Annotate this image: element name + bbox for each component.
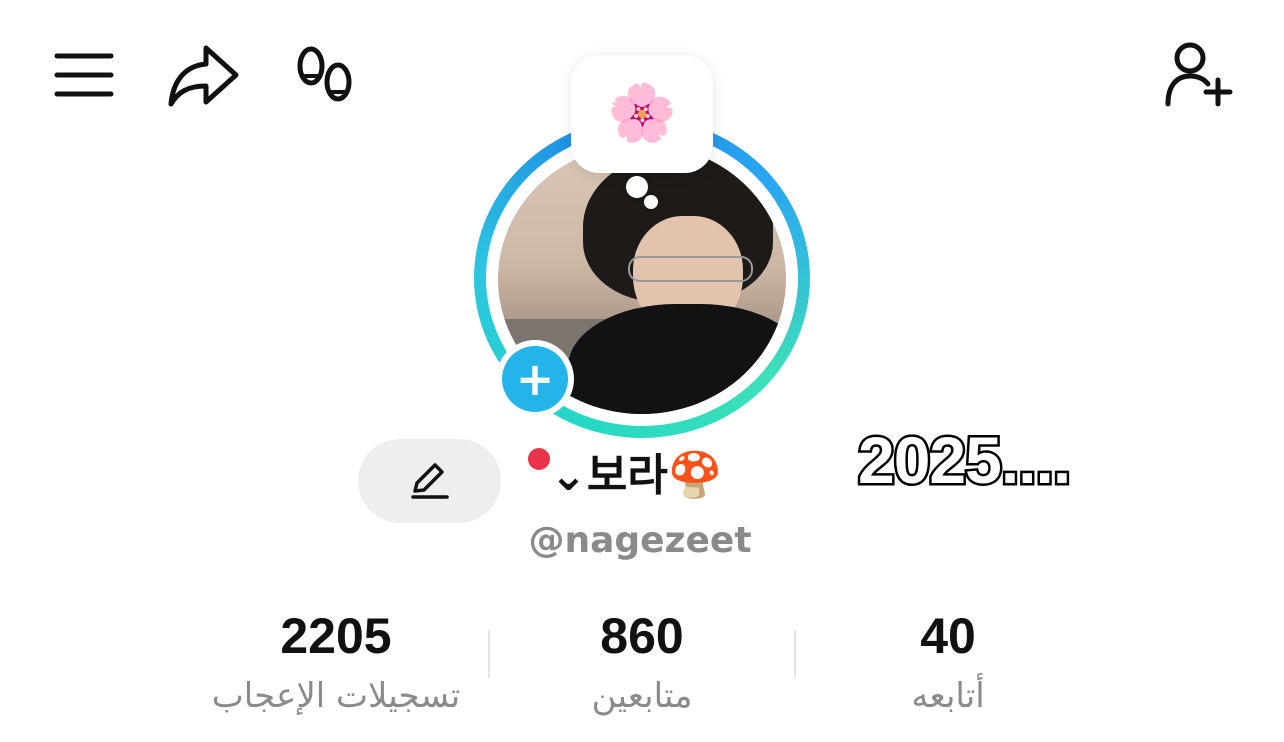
name-prefix: ⌄ xyxy=(550,450,587,501)
stat-followers[interactable]: 860 متابعين xyxy=(492,604,792,720)
stat-value: 40 xyxy=(920,608,976,664)
stat-value: 2205 xyxy=(280,608,392,664)
overlay-text: 2025.... xyxy=(855,421,1073,500)
menu-button[interactable] xyxy=(54,52,114,98)
stat-label: متابعين xyxy=(591,676,693,716)
add-story-button[interactable]: + xyxy=(496,340,574,418)
bubble-tail-dot xyxy=(644,195,658,209)
name-emoji: 🍄 xyxy=(667,450,723,501)
stat-label: أتابعه xyxy=(911,676,985,716)
plus-icon: + xyxy=(502,346,568,412)
username-handle: @nagezeet xyxy=(528,520,752,561)
footprints-icon xyxy=(297,46,352,102)
stat-likes[interactable]: 2205 تسجيلات الإعجاب xyxy=(186,604,486,720)
add-friend-button[interactable] xyxy=(1164,40,1236,108)
pencil-icon xyxy=(411,463,449,499)
name-dot-decoration xyxy=(528,448,550,470)
footprints-button[interactable] xyxy=(294,46,356,108)
name-text: 보라 xyxy=(586,450,668,501)
share-arrow-icon xyxy=(168,45,239,107)
edit-profile-button[interactable] xyxy=(358,439,501,523)
status-emoji: 🌸 xyxy=(607,81,677,146)
stat-divider xyxy=(794,630,796,678)
stat-divider xyxy=(488,630,490,678)
stat-following[interactable]: 40 أتابعه xyxy=(798,604,1098,720)
hamburger-menu-icon xyxy=(54,53,114,97)
display-name: ⌄보라🍄 xyxy=(528,440,723,512)
stat-label: تسجيلات الإعجاب xyxy=(211,676,461,716)
stat-value: 860 xyxy=(600,608,684,664)
status-bubble[interactable]: 🌸 xyxy=(571,55,713,173)
bubble-tail-dot xyxy=(626,176,648,198)
add-user-icon xyxy=(1165,42,1233,107)
share-button[interactable] xyxy=(166,42,240,108)
